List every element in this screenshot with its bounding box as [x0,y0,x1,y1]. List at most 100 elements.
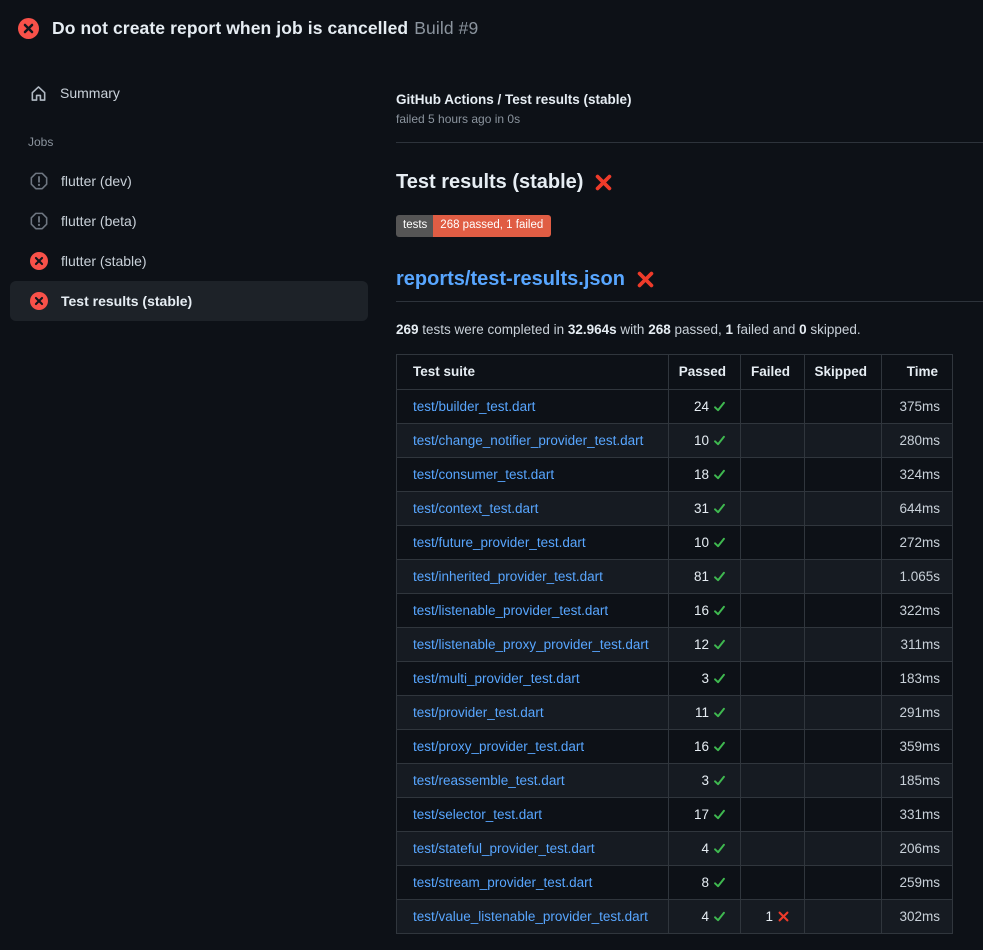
test-suite-link[interactable]: test/value_listenable_provider_test.dart [413,909,648,924]
test-suite-link[interactable]: test/change_notifier_provider_test.dart [413,433,643,448]
test-suite-link[interactable]: test/listenable_proxy_provider_test.dart [413,637,649,652]
skipped-cell [805,491,882,525]
summary-segment: 269 [396,322,419,337]
test-suite-cell: test/selector_test.dart [397,797,669,831]
failed-cell [741,491,805,525]
check-icon [713,570,726,583]
test-suite-link[interactable]: test/consumer_test.dart [413,467,554,482]
passed-cell: 4 [669,899,741,933]
time-cell: 644ms [882,491,953,525]
sidebar-job-item-1[interactable]: flutter (beta) [10,201,368,241]
failed-cell [741,831,805,865]
passed-cell: 11 [669,695,741,729]
build-header: Do not create report when job is cancell… [0,0,983,57]
failed-cell [741,423,805,457]
test-suite-cell: test/stateful_provider_test.dart [397,831,669,865]
passed-count: 16 [694,739,709,754]
sidebar-item-summary[interactable]: Summary [0,73,380,113]
test-suite-cell: test/multi_provider_test.dart [397,661,669,695]
check-icon [713,808,726,821]
test-suite-link[interactable]: test/listenable_provider_test.dart [413,603,608,618]
table-row: test/value_listenable_provider_test.dart… [397,899,953,933]
check-icon [713,876,726,889]
check-icon [713,740,726,753]
time-cell: 280ms [882,423,953,457]
test-suite-link[interactable]: test/builder_test.dart [413,399,535,414]
sidebar-job-item-3[interactable]: Test results (stable) [10,281,368,321]
test-suite-link[interactable]: test/proxy_provider_test.dart [413,739,584,754]
time-cell: 322ms [882,593,953,627]
sidebar-job-item-0[interactable]: flutter (dev) [10,161,368,201]
section-heading: Test results (stable) [396,171,983,194]
skipped-cell [805,423,882,457]
time-cell: 359ms [882,729,953,763]
alert-octagon-icon [30,212,48,230]
test-suite-cell: test/inherited_provider_test.dart [397,559,669,593]
table-row: test/reassemble_test.dart3 185ms [397,763,953,797]
sidebar-job-item-2[interactable]: flutter (stable) [10,241,368,281]
test-suite-link[interactable]: test/stateful_provider_test.dart [413,841,595,856]
job-label: flutter (beta) [61,213,136,229]
time-cell: 375ms [882,389,953,423]
table-row: test/stateful_provider_test.dart4 206ms [397,831,953,865]
failed-cell [741,797,805,831]
test-suite-cell: test/context_test.dart [397,491,669,525]
skipped-cell [805,729,882,763]
failed-cell [741,457,805,491]
summary-label: Summary [60,85,120,101]
section-title: Test results (stable) [396,171,583,194]
test-suite-link[interactable]: test/context_test.dart [413,501,538,516]
passed-cell: 16 [669,729,741,763]
cross-mark-icon [636,270,655,289]
passed-cell: 12 [669,627,741,661]
passed-count: 18 [694,467,709,482]
table-row: test/stream_provider_test.dart 8 259ms [397,865,953,899]
test-suite-link[interactable]: test/inherited_provider_test.dart [413,569,603,584]
summary-segment: tests were completed in [419,322,568,337]
passed-count: 11 [695,705,709,720]
test-suite-link[interactable]: test/provider_test.dart [413,705,544,720]
summary-segment: 268 [648,322,671,337]
failed-cell [741,593,805,627]
failed-cell [741,865,805,899]
test-suite-cell: test/proxy_provider_test.dart [397,729,669,763]
page-title: Do not create report when job is cancell… [52,18,478,39]
test-suite-cell: test/provider_test.dart [397,695,669,729]
breadcrumb: GitHub Actions / Test results (stable) [396,92,983,107]
table-row: test/listenable_provider_test.dart 16 322… [397,593,953,627]
test-suite-link[interactable]: test/reassemble_test.dart [413,773,565,788]
column-header-test-suite: Test suite [397,354,669,389]
column-header-failed: Failed [741,354,805,389]
column-header-passed: Passed [669,354,741,389]
summary-segment: passed, [671,322,726,337]
test-suite-link[interactable]: test/selector_test.dart [413,807,542,822]
passed-count: 24 [694,399,709,414]
table-row: test/context_test.dart31 644ms [397,491,953,525]
check-icon [713,536,726,549]
badge-value: 268 passed, 1 failed [433,215,551,237]
table-row: test/provider_test.dart11 291ms [397,695,953,729]
test-suite-link[interactable]: test/future_provider_test.dart [413,535,586,550]
time-cell: 259ms [882,865,953,899]
report-file-link[interactable]: reports/test-results.json [396,268,625,291]
skipped-cell [805,525,882,559]
table-row: test/listenable_proxy_provider_test.dart… [397,627,953,661]
passed-cell: 16 [669,593,741,627]
test-suite-link[interactable]: test/stream_provider_test.dart [413,875,592,890]
passed-cell: 24 [669,389,741,423]
job-label: Test results (stable) [61,293,192,309]
skipped-cell [805,661,882,695]
home-icon [30,85,47,102]
failed-cell: 1 [741,899,805,933]
passed-count: 8 [701,875,709,890]
alert-octagon-icon [30,172,48,190]
column-header-skipped: Skipped [805,354,882,389]
skipped-cell [805,899,882,933]
jobs-heading: Jobs [0,135,380,149]
failed-cell [741,763,805,797]
column-header-time: Time [882,354,953,389]
jobs-list: flutter (dev) flutter (beta) flutter (st… [0,161,380,321]
job-label: flutter (dev) [61,173,132,189]
test-suite-link[interactable]: test/multi_provider_test.dart [413,671,580,686]
skipped-cell [805,389,882,423]
